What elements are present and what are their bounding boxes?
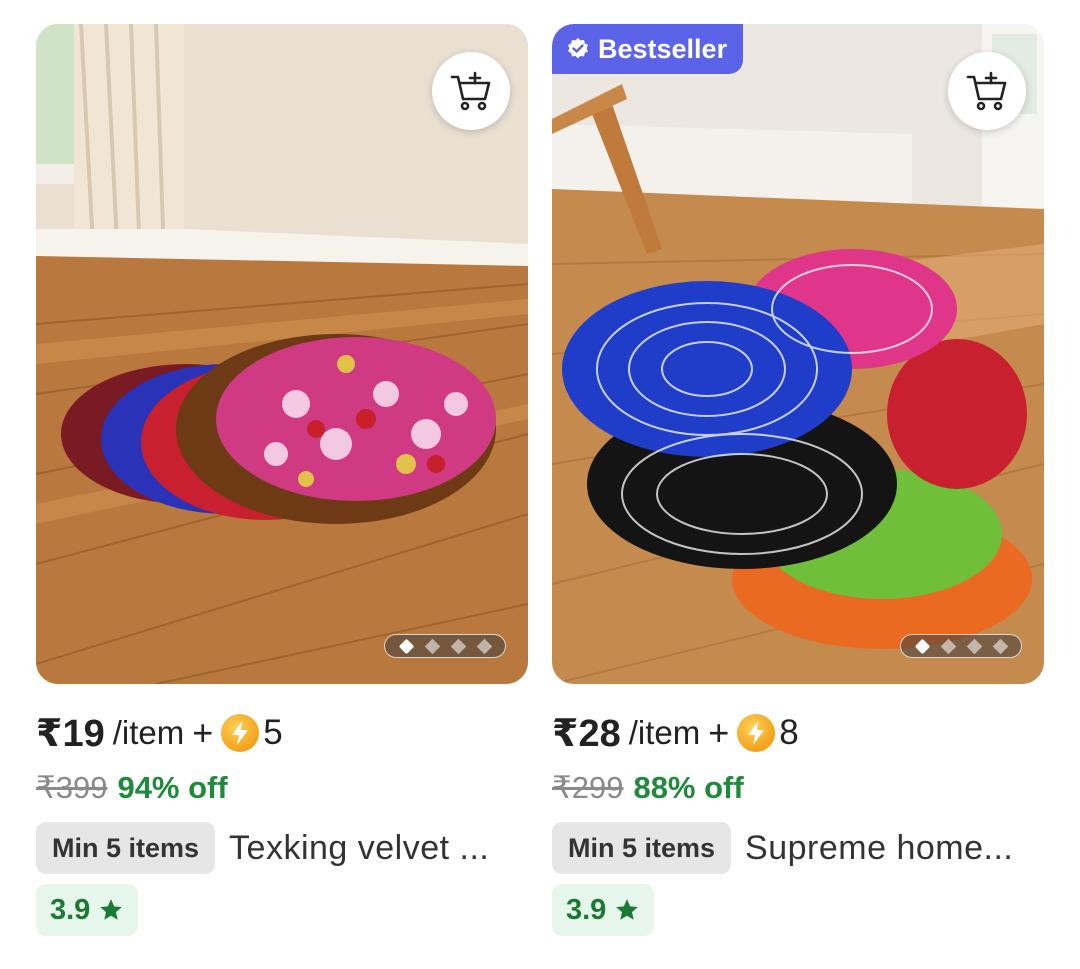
original-price: ₹399 — [36, 770, 108, 805]
mrp-row: ₹299 88% off — [552, 768, 1044, 808]
price-unit: /item — [112, 714, 185, 751]
price-row: ₹28 /item + 8 — [552, 710, 1044, 756]
product-card[interactable]: Bestseller ₹28 /item + 8 ₹299 88% off Mi… — [552, 24, 1044, 936]
lightning-coin-icon — [737, 714, 776, 752]
product-image[interactable]: Bestseller — [552, 24, 1044, 684]
product-card[interactable]: ₹19 /item + 5 ₹399 94% off Min 5 items T… — [36, 24, 528, 936]
image-carousel-indicator[interactable] — [384, 634, 506, 658]
carousel-dot[interactable] — [992, 638, 1008, 654]
product-title[interactable]: Supreme home... — [745, 829, 1044, 868]
discount-label: 88% off — [633, 770, 744, 805]
original-price: ₹299 — [552, 770, 624, 805]
carousel-dot[interactable] — [914, 638, 930, 654]
image-carousel-indicator[interactable] — [900, 634, 1022, 658]
product-title[interactable]: Texking velvet ... — [229, 829, 528, 868]
plus-sign: + — [192, 712, 214, 753]
add-to-cart-icon — [450, 71, 491, 111]
price-unit: /item — [628, 714, 701, 751]
carousel-dot[interactable] — [940, 638, 956, 654]
min-items-badge: Min 5 items — [552, 822, 732, 874]
badge-label: Bestseller — [598, 33, 728, 64]
lightning-coin-icon — [221, 714, 260, 752]
title-row: Min 5 items Texking velvet ... — [36, 822, 528, 874]
carousel-dot[interactable] — [966, 638, 982, 654]
price: ₹28 — [552, 712, 621, 755]
discount-label: 94% off — [117, 770, 228, 805]
title-row: Min 5 items Supreme home... — [552, 822, 1044, 874]
carousel-dot[interactable] — [424, 638, 440, 654]
mrp-row: ₹399 94% off — [36, 768, 528, 808]
coins-value: 5 — [263, 713, 283, 752]
carousel-dot[interactable] — [476, 638, 492, 654]
add-to-cart-button[interactable] — [432, 52, 510, 130]
carousel-dot[interactable] — [450, 638, 466, 654]
star-icon — [100, 899, 123, 920]
price: ₹19 — [36, 712, 105, 755]
carousel-dot[interactable] — [398, 638, 414, 654]
product-image[interactable] — [36, 24, 528, 684]
plus-sign: + — [708, 712, 730, 753]
rating-badge: 3.9 — [552, 884, 655, 936]
verified-check-icon — [568, 38, 588, 59]
coins-value: 8 — [779, 713, 799, 752]
rating-badge: 3.9 — [36, 884, 139, 936]
star-icon — [616, 899, 639, 920]
min-items-badge: Min 5 items — [36, 822, 216, 874]
rating-value: 3.9 — [50, 893, 91, 926]
add-to-cart-button[interactable] — [948, 52, 1026, 130]
price-row: ₹19 /item + 5 — [36, 710, 528, 756]
rating-value: 3.9 — [566, 893, 607, 926]
bestseller-badge: Bestseller — [552, 24, 744, 74]
add-to-cart-icon — [966, 71, 1007, 111]
